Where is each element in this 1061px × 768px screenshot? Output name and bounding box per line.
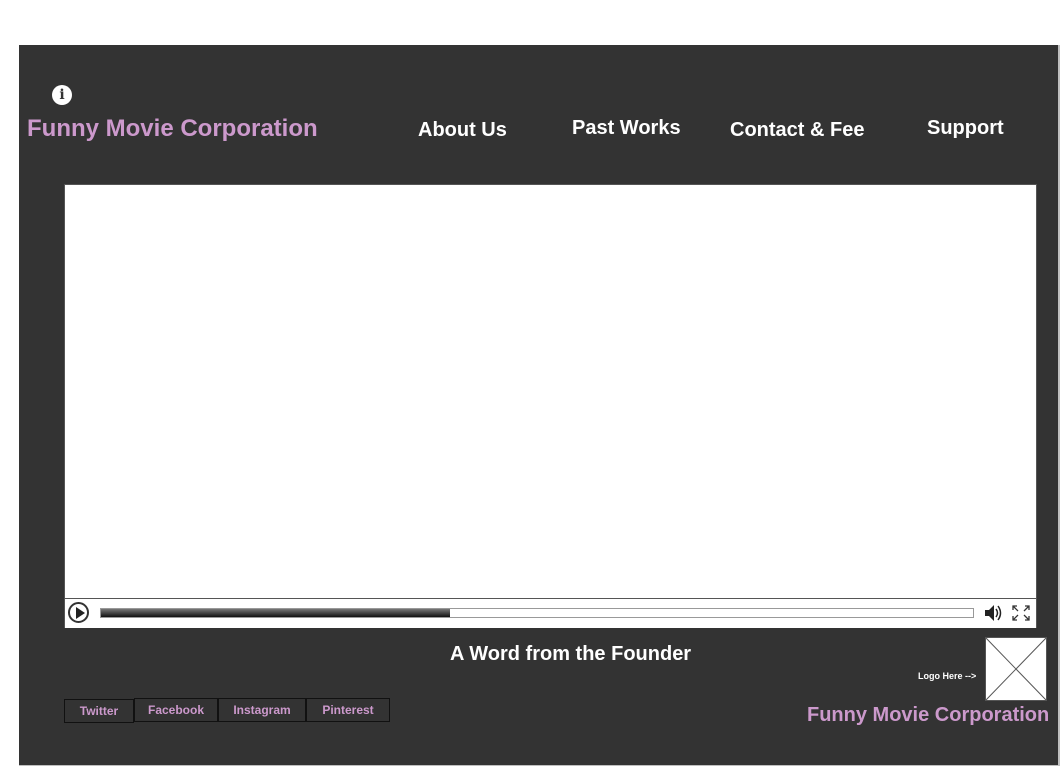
instagram-link[interactable]: Instagram xyxy=(218,698,306,722)
pinterest-link[interactable]: Pinterest xyxy=(306,698,390,722)
fullscreen-icon[interactable] xyxy=(1011,604,1031,622)
video-controls xyxy=(65,598,1036,628)
facebook-link[interactable]: Facebook xyxy=(134,698,218,722)
video-screen[interactable] xyxy=(65,185,1036,598)
footer-brand: Funny Movie Corporation xyxy=(807,704,1050,726)
logo-placeholder-icon xyxy=(985,637,1047,701)
video-player[interactable] xyxy=(64,184,1037,628)
nav-contact-fee[interactable]: Contact & Fee xyxy=(730,119,864,142)
twitter-link[interactable]: Twitter xyxy=(64,699,134,723)
nav-about-us[interactable]: About Us xyxy=(418,119,507,142)
info-icon[interactable]: i xyxy=(52,85,72,105)
progress-bar[interactable] xyxy=(100,608,974,618)
progress-fill xyxy=(101,609,450,617)
logo-label: Logo Here --> xyxy=(918,671,977,681)
founder-caption: A Word from the Founder xyxy=(450,643,692,665)
page-container: i Funny Movie Corporation About Us Past … xyxy=(19,45,1060,766)
nav-past-works[interactable]: Past Works xyxy=(572,117,681,140)
nav-support[interactable]: Support xyxy=(927,117,1004,140)
brand-title[interactable]: Funny Movie Corporation xyxy=(27,115,318,143)
play-icon[interactable] xyxy=(68,602,89,623)
volume-icon[interactable] xyxy=(982,603,1004,623)
